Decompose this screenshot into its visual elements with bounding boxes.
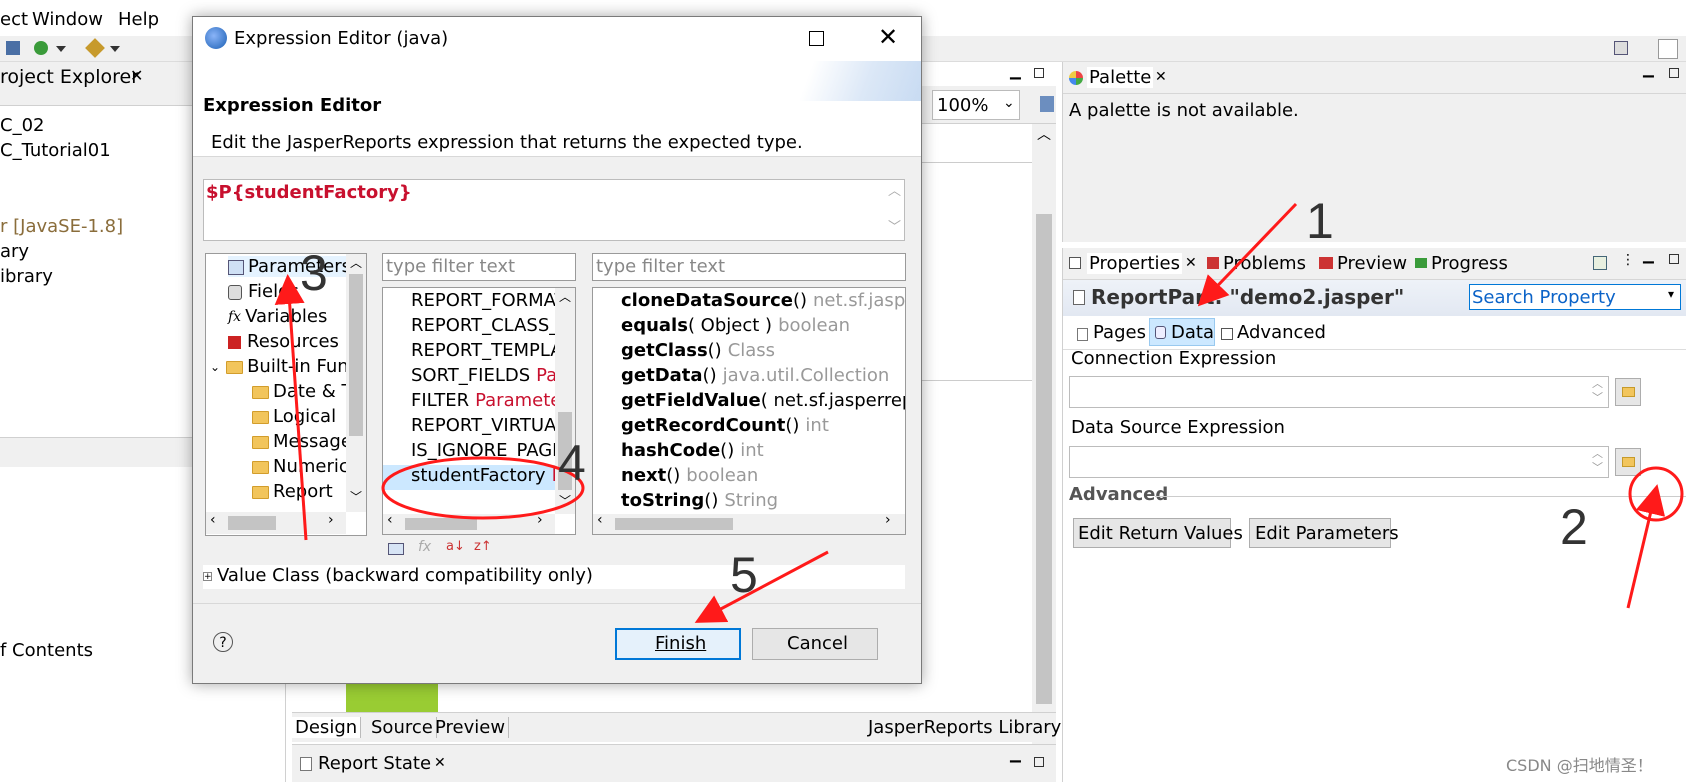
annotation-circle-4 bbox=[381, 456, 585, 520]
annotation-number-1: 1 bbox=[1306, 193, 1334, 249]
annotation-overlay: 1 2 3 4 5 bbox=[274, 193, 1684, 623]
watermark: CSDN @扫地情圣！ bbox=[1506, 756, 1653, 775]
annotation-arrow-1 bbox=[1197, 202, 1298, 307]
annotation-arrow-3 bbox=[274, 274, 308, 541]
annotation-number-3: 3 bbox=[300, 245, 328, 301]
annotation-arrow-5 bbox=[694, 550, 829, 623]
annotation-number-5: 5 bbox=[730, 547, 758, 603]
annotation-number-2: 2 bbox=[1560, 499, 1588, 555]
annotation-number-4: 4 bbox=[558, 435, 586, 491]
